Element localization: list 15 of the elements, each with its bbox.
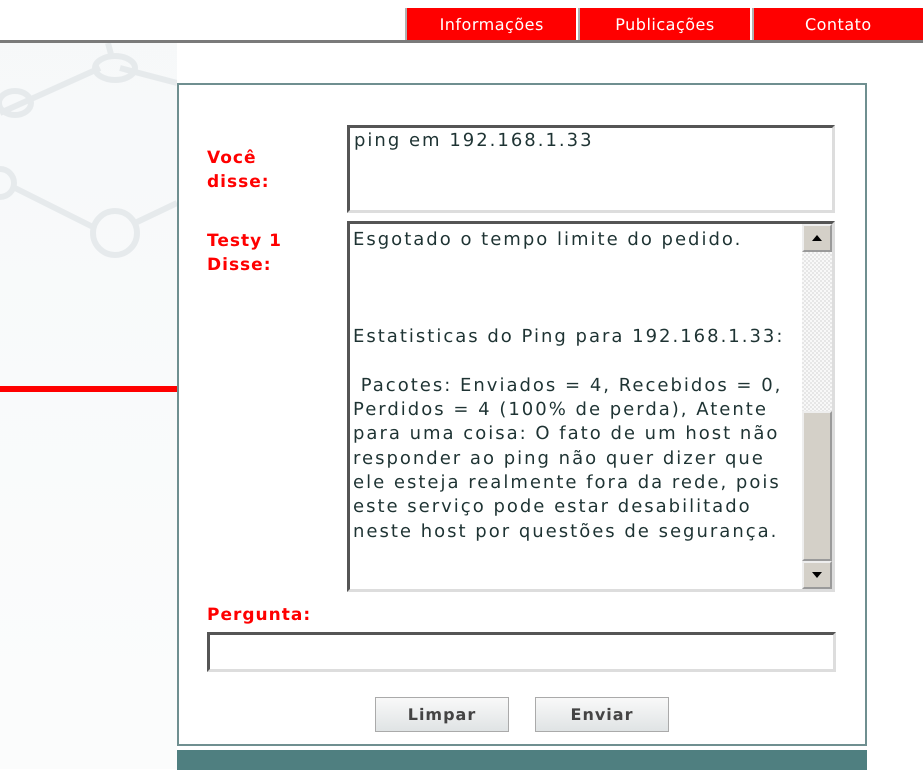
scroll-up-icon[interactable] — [802, 224, 832, 252]
scroll-thumb[interactable] — [802, 411, 832, 561]
bot-label: Testy 1 Disse: — [207, 230, 283, 277]
nav-tab[interactable]: Contato — [752, 8, 923, 40]
question-label: Pergunta: — [207, 605, 312, 625]
bot-reply-box[interactable]: Esgotado o tempo limite do pedido. Estatisticas do Ping para 192.168.1.33: Pacotes: Enviados = 4, Recebidos = 0, Perdidos = 4 (100% de perda), Atente para uma coisa: O fato de um host não responder ao ping não quer dizer que ele esteja realmente fora da rede, pois este serviço pode estar desabilitado neste host por questões de segurança. — [347, 221, 835, 592]
form-button[interactable]: Limpar — [375, 697, 509, 732]
nav-tab[interactable]: Informações — [405, 8, 576, 40]
scrollbar[interactable] — [802, 224, 832, 589]
question-field[interactable] — [207, 632, 836, 672]
nav-tab[interactable]: Publicações — [578, 8, 750, 40]
user-message-box[interactable]: ping em 192.168.1.33 — [347, 125, 835, 213]
user-label: Você disse: — [207, 147, 271, 194]
scroll-down-icon[interactable] — [802, 561, 832, 589]
form-button[interactable]: Enviar — [535, 697, 669, 732]
